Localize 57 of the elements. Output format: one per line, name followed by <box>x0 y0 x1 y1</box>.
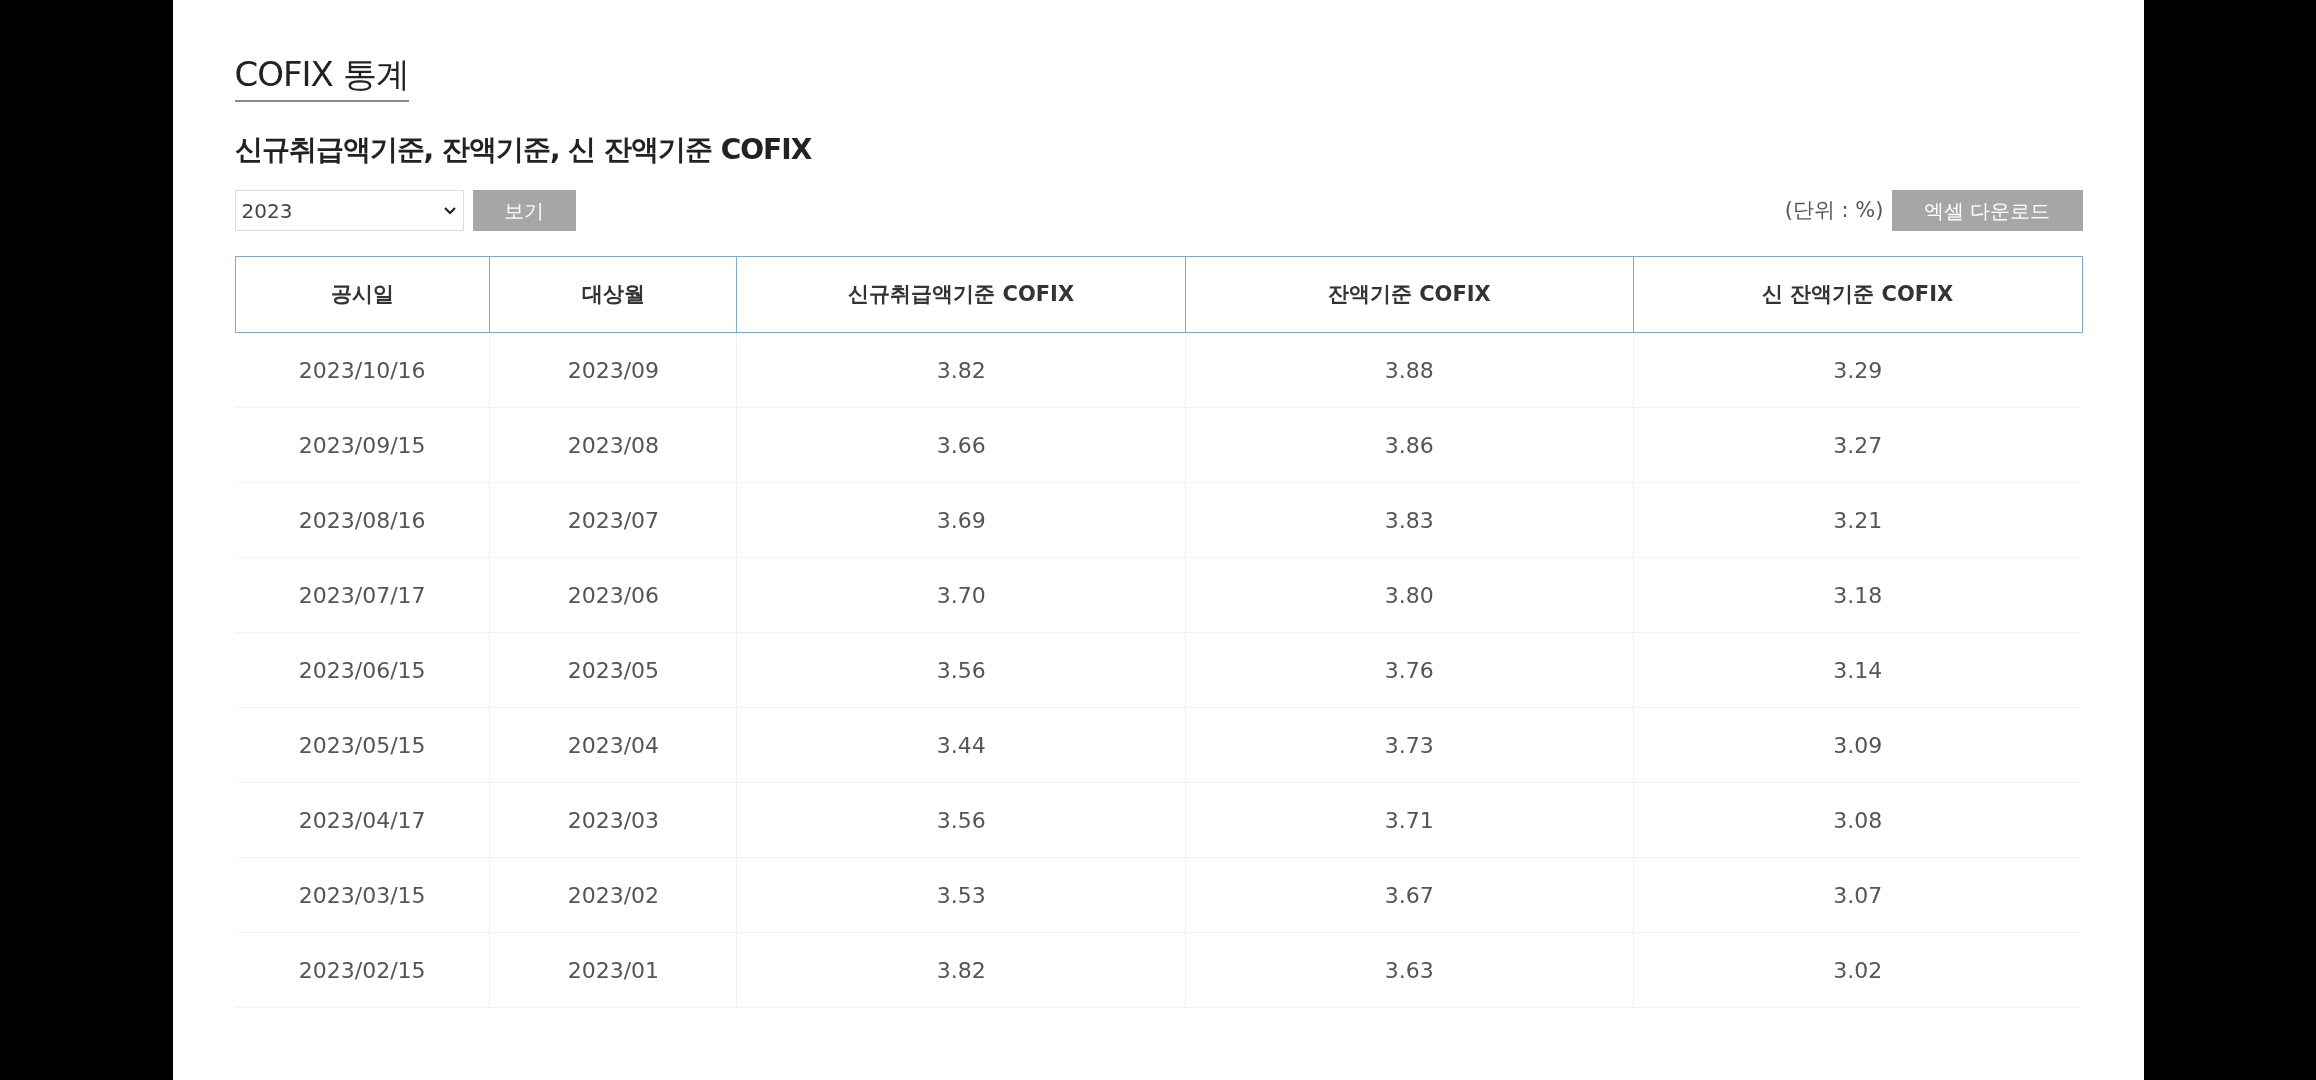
table-cell: 2023/09/15 <box>235 407 490 483</box>
table-cell: 2023/08 <box>489 407 737 483</box>
table-cell: 3.44 <box>736 707 1186 783</box>
page-title: COFIX 통계 <box>234 53 409 96</box>
table-cell: 3.63 <box>1185 932 1634 1008</box>
table-cell: 3.80 <box>1185 557 1634 633</box>
table-cell: 3.21 <box>1633 482 2082 558</box>
table-cell: 2023/03 <box>489 782 737 858</box>
table-cell: 3.83 <box>1185 482 1634 558</box>
table-cell: 3.56 <box>736 782 1186 858</box>
table-cell: 2023/04/17 <box>235 782 490 858</box>
table-cell: 2023/06/15 <box>235 632 490 708</box>
table-cell: 3.66 <box>736 407 1186 483</box>
table-cell: 3.86 <box>1185 407 1634 483</box>
column-header: 신 잔액기준 COFIX <box>1633 256 2082 333</box>
section-title: 신규취급액기준, 잔액기준, 신 잔액기준 COFIX <box>234 132 813 168</box>
table-cell: 3.29 <box>1633 332 2082 408</box>
table-cell: 3.18 <box>1633 557 2082 633</box>
table-cell: 2023/02 <box>489 857 737 933</box>
view-button[interactable]: 보기 <box>472 190 576 231</box>
table-cell: 3.08 <box>1633 782 2082 858</box>
table-cell: 3.09 <box>1633 707 2082 783</box>
table-cell: 2023/08/16 <box>235 482 490 558</box>
table-cell: 3.53 <box>736 857 1186 933</box>
column-header: 대상월 <box>489 256 737 333</box>
table-cell: 2023/10/16 <box>235 332 490 408</box>
year-select[interactable]: 2023 <box>234 190 464 231</box>
table-cell: 2023/06 <box>489 557 737 633</box>
table-cell: 3.82 <box>736 332 1186 408</box>
table-cell: 2023/09 <box>489 332 737 408</box>
chevron-down-icon <box>442 205 457 216</box>
table-cell: 3.71 <box>1185 782 1634 858</box>
table-cell: 2023/04 <box>489 707 737 783</box>
table-cell: 3.56 <box>736 632 1186 708</box>
table-cell: 3.69 <box>736 482 1186 558</box>
table-cell: 3.07 <box>1633 857 2082 933</box>
column-header: 공시일 <box>235 256 490 333</box>
table-cell: 3.02 <box>1633 932 2082 1008</box>
table-cell: 2023/05 <box>489 632 737 708</box>
table-cell: 2023/02/15 <box>235 932 490 1008</box>
table-cell: 3.27 <box>1633 407 2082 483</box>
unit-note: (단위 : %) <box>1784 196 1884 224</box>
table-cell: 3.76 <box>1185 632 1634 708</box>
table-cell: 2023/07 <box>489 482 737 558</box>
table-cell: 3.70 <box>736 557 1186 633</box>
table-cell: 2023/01 <box>489 932 737 1008</box>
excel-download-button[interactable]: 엑셀 다운로드 <box>1891 190 2083 231</box>
table-cell: 3.73 <box>1185 707 1634 783</box>
column-header: 신규취급액기준 COFIX <box>736 256 1186 333</box>
table-cell: 3.14 <box>1633 632 2082 708</box>
table-cell: 2023/03/15 <box>235 857 490 933</box>
column-header: 잔액기준 COFIX <box>1185 256 1634 333</box>
table-cell: 3.82 <box>736 932 1186 1008</box>
table-cell: 3.88 <box>1185 332 1634 408</box>
table-cell: 2023/05/15 <box>235 707 490 783</box>
table-cell: 2023/07/17 <box>235 557 490 633</box>
table-cell: 3.67 <box>1185 857 1634 933</box>
